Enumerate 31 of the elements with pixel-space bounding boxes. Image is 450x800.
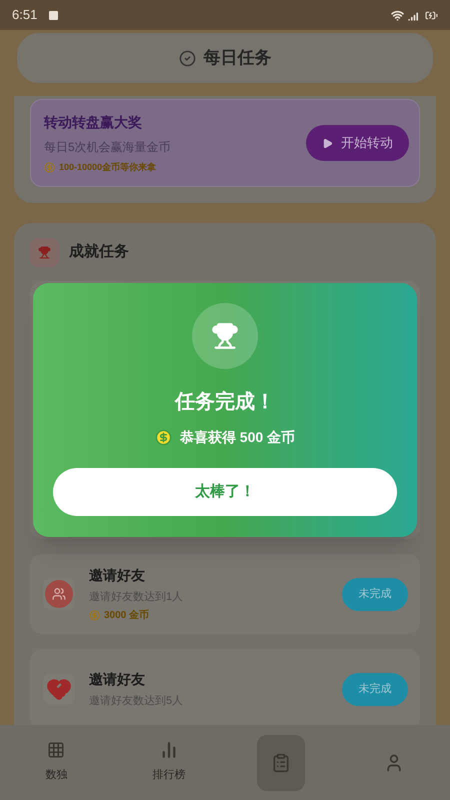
notification-icon <box>49 10 58 20</box>
coin-icon <box>44 162 55 173</box>
status-button[interactable]: 未完成 <box>342 578 408 610</box>
dialog-title: 任务完成！ <box>175 390 275 415</box>
section-title: 成就任务 <box>69 242 129 262</box>
dialog-message: 恭喜获得 500 金币 <box>180 428 296 447</box>
status-time: 6:51 <box>12 6 38 24</box>
bar-chart-icon <box>160 741 178 760</box>
nav-tab[interactable] <box>257 734 306 790</box>
confirm-button[interactable]: 太棒了！ <box>53 468 397 516</box>
trophy-icon <box>211 322 239 350</box>
task-title: 邀请好友 <box>89 566 146 585</box>
status-button[interactable]: 未完成 <box>342 672 408 706</box>
coin-icon <box>154 429 172 446</box>
task-title: 邀请好友 <box>89 670 146 689</box>
grid-icon <box>47 741 66 760</box>
check-icon <box>178 50 196 66</box>
banner-reward: 100-10000金币等你来拿 <box>59 160 156 174</box>
start-spin-button[interactable]: 开始转动 <box>306 125 409 161</box>
nav-tab[interactable]: 排行榜 <box>144 734 193 790</box>
header-title: 每日任务 <box>204 47 272 70</box>
group-icon <box>45 580 73 608</box>
coin-icon <box>89 610 100 622</box>
wifi-icon <box>391 8 404 22</box>
clipboard-icon <box>271 752 292 772</box>
play-icon <box>322 138 333 148</box>
banner-title: 转动转盘赢大奖 <box>44 112 143 132</box>
battery-icon <box>425 8 438 22</box>
trophy-icon <box>38 246 51 259</box>
nav-tab[interactable]: 数独 <box>32 734 80 790</box>
task-reward: 3000 金币 <box>104 608 150 624</box>
